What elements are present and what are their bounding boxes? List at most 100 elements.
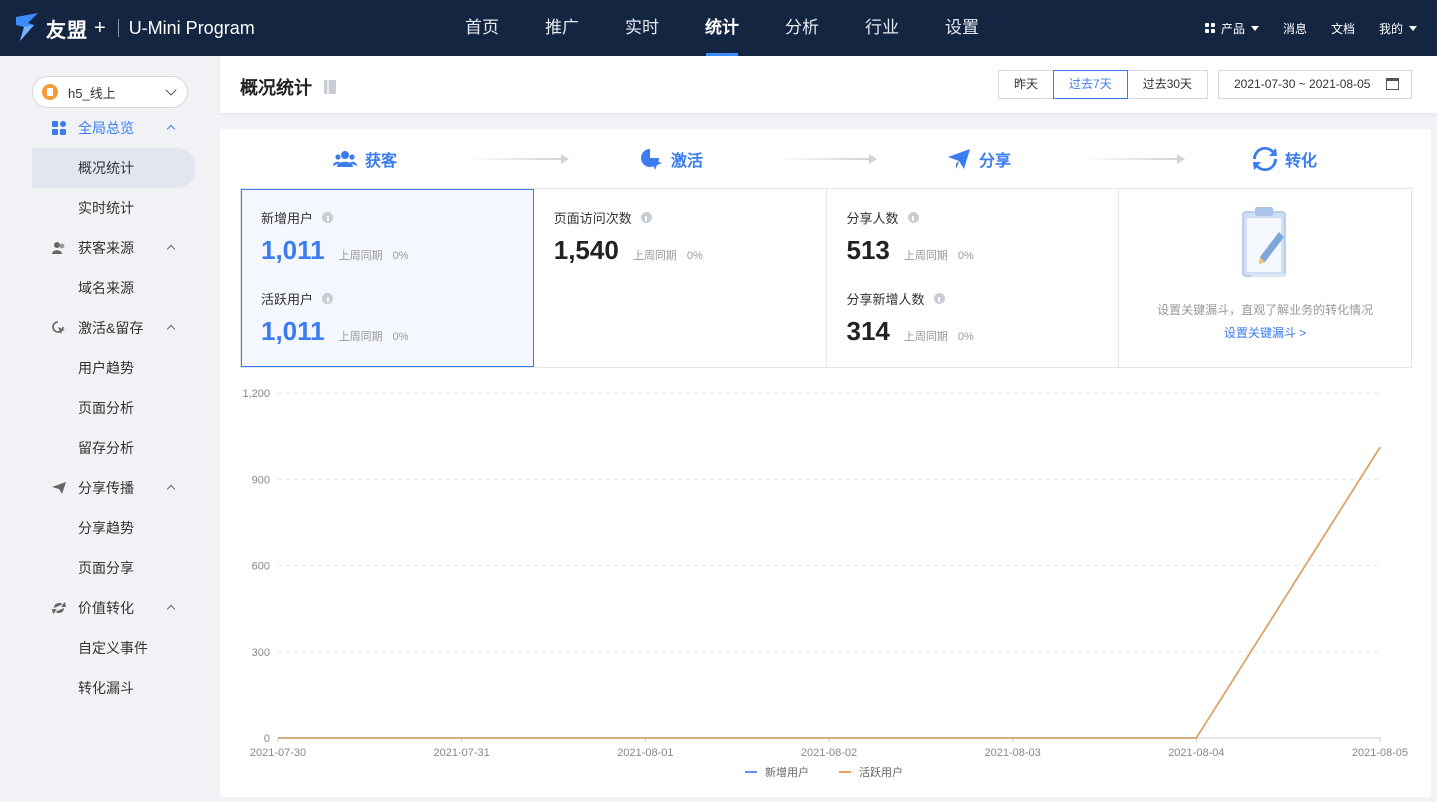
account-menu[interactable]: 我的 [1379, 20, 1417, 37]
step-activate[interactable]: 激活 [639, 147, 703, 171]
nav-settings[interactable]: 设置 [922, 0, 1002, 56]
step-acquire[interactable]: 获客 [333, 147, 397, 171]
metric-compare-pct: 0% [686, 250, 703, 262]
metric-compare-label: 上周同期 [338, 250, 383, 262]
calendar-icon [1386, 78, 1399, 90]
sidebar: h5_线上 全局总览 概况统计 实时统计 获客来源 域名来源 激活&留存 用户趋… [0, 56, 220, 797]
info-icon[interactable] [322, 293, 334, 304]
metric-sharers: 分享人数 513 上周同期 0% [847, 208, 974, 266]
metric-value: 1,540 [553, 235, 619, 265]
menu-item-page-share[interactable]: 页面分享 [32, 548, 196, 588]
metric-label: 页面访问次数 [553, 211, 632, 226]
metric-compare-label: 上周同期 [632, 250, 677, 262]
card-activate[interactable]: 页面访问次数 1,540 上周同期 0% [534, 189, 827, 367]
info-icon[interactable] [933, 293, 945, 304]
nav-statistics[interactable]: 统计 [682, 0, 762, 56]
range-selector: 昨天 过去7天 过去30天 [998, 70, 1209, 99]
products-menu[interactable]: 产品 [1204, 20, 1259, 37]
brand-plus: + [94, 16, 106, 39]
chevron-up-icon [166, 244, 176, 254]
app-icon [42, 84, 58, 100]
info-icon[interactable] [640, 212, 652, 223]
metric-new-users: 新增用户 1,011 上周同期 0% [261, 208, 409, 266]
metric-label: 分享人数 [846, 211, 899, 226]
menu-group-activation[interactable]: 激活&留存 [32, 308, 196, 348]
chevron-up-icon [166, 484, 176, 494]
menu-item-domain-source[interactable]: 域名来源 [32, 268, 196, 308]
info-icon[interactable] [907, 212, 919, 223]
caret-down-icon [1409, 25, 1417, 31]
date-range-picker[interactable]: 2021-07-30 ~ 2021-08-05 [1218, 70, 1412, 99]
range-yesterday-button[interactable]: 昨天 [998, 70, 1055, 99]
menu-item-page-analysis[interactable]: 页面分析 [32, 388, 196, 428]
products-label: 产品 [1220, 21, 1245, 36]
card-convert: 设置关键漏斗，直观了解业务的转化情况 设置关键漏斗 > [1119, 189, 1411, 367]
users-icon [52, 241, 66, 255]
x-tick-label: 2021-08-03 [985, 747, 1041, 759]
menu-item-custom-event[interactable]: 自定义事件 [32, 628, 196, 668]
brand-name: 友盟 [46, 19, 88, 42]
menu-group-overview[interactable]: 全局总览 [32, 108, 196, 148]
paper-plane-icon [52, 481, 66, 495]
step-share[interactable]: 分享 [947, 147, 1011, 171]
menu-item-share-trend[interactable]: 分享趋势 [32, 508, 196, 548]
main-nav: 首页 推广 实时 统计 分析 行业 设置 [442, 0, 1002, 56]
dashboard-icon [52, 121, 66, 135]
umeng-bird-icon [16, 13, 38, 41]
setup-funnel-link[interactable]: 设置关键漏斗 > [1119, 324, 1411, 341]
funnel-hint: 设置关键漏斗，直观了解业务的转化情况 [1157, 303, 1374, 317]
funnel-empty-state: 设置关键漏斗，直观了解业务的转化情况 设置关键漏斗 > [1119, 204, 1411, 341]
book-icon[interactable] [324, 80, 336, 94]
x-tick-label: 2021-08-05 [1352, 747, 1408, 759]
series-line-active-users [278, 446, 1381, 739]
metric-value: 513 [846, 235, 890, 265]
range-7days-button[interactable]: 过去7天 [1053, 70, 1128, 99]
app-selector-value: h5_线上 [68, 85, 116, 101]
menu-group-label: 价值转化 [78, 600, 134, 616]
cursor-click-icon [641, 149, 662, 170]
metric-compare-label: 上周同期 [338, 331, 383, 343]
account-label: 我的 [1378, 21, 1403, 36]
refresh-icon [1253, 147, 1277, 171]
nav-analysis[interactable]: 分析 [762, 0, 842, 56]
card-share[interactable]: 分享人数 513 上周同期 0% 分享新增人数 314 上周同期 0% [827, 189, 1120, 367]
y-tick-label: 600 [252, 561, 270, 573]
messages-link[interactable]: 消息 [1283, 20, 1307, 37]
menu-item-overview-stats[interactable]: 概况统计 [32, 148, 196, 188]
info-icon[interactable] [322, 212, 334, 223]
trend-chart: 0 300 600 900 1,200 2021-07-30 2021-07-31 2021-… [240, 382, 1412, 797]
overview-panel: 获客 激活 分享 转化 新增用户 1,011 上周同期 0% 活跃用户 1,01… [220, 129, 1431, 797]
step-convert[interactable]: 转化 [1253, 147, 1317, 171]
legend-label: 新增用户 [765, 765, 809, 779]
nav-promotion[interactable]: 推广 [522, 0, 602, 56]
nav-realtime[interactable]: 实时 [602, 0, 682, 56]
nav-home[interactable]: 首页 [442, 0, 522, 56]
y-tick-label: 900 [252, 474, 270, 486]
metric-cards: 新增用户 1,011 上周同期 0% 活跃用户 1,011 上周同期 0% 页面… [240, 188, 1412, 368]
users-icon [333, 151, 357, 167]
menu-item-user-trend[interactable]: 用户趋势 [32, 348, 196, 388]
app-selector[interactable]: h5_线上 [32, 76, 188, 108]
metric-compare-label: 上周同期 [903, 331, 948, 343]
menu-item-conversion-funnel[interactable]: 转化漏斗 [32, 668, 196, 708]
menu-item-retention-analysis[interactable]: 留存分析 [32, 428, 196, 468]
menu-item-realtime-stats[interactable]: 实时统计 [32, 188, 196, 228]
range-30days-button[interactable]: 过去30天 [1126, 70, 1209, 99]
series-line-new-users [278, 446, 1381, 739]
menu-group-conversion[interactable]: 价值转化 [32, 588, 196, 628]
menu-group-label: 获客来源 [78, 240, 134, 256]
page-title: 概况统计 [240, 74, 336, 100]
page-header: 概况统计 昨天 过去7天 过去30天 2021-07-30 ~ 2021-08-… [220, 56, 1437, 113]
docs-link[interactable]: 文档 [1331, 20, 1355, 37]
menu-group-acquisition[interactable]: 获客来源 [32, 228, 196, 268]
menu-group-label: 全局总览 [78, 120, 134, 136]
card-acquire[interactable]: 新增用户 1,011 上周同期 0% 活跃用户 1,011 上周同期 0% [241, 189, 534, 367]
step-label: 激活 [671, 153, 704, 170]
metric-new-sharers: 分享新增人数 314 上周同期 0% [847, 289, 974, 347]
x-tick-label: 2021-08-01 [617, 747, 673, 759]
umeng-logo[interactable]: 友盟 + U-Mini Program [14, 12, 255, 44]
nav-industry[interactable]: 行业 [842, 0, 922, 56]
chevron-up-icon [166, 124, 176, 134]
menu-group-sharing[interactable]: 分享传播 [32, 468, 196, 508]
apps-grid-icon [1204, 23, 1215, 33]
